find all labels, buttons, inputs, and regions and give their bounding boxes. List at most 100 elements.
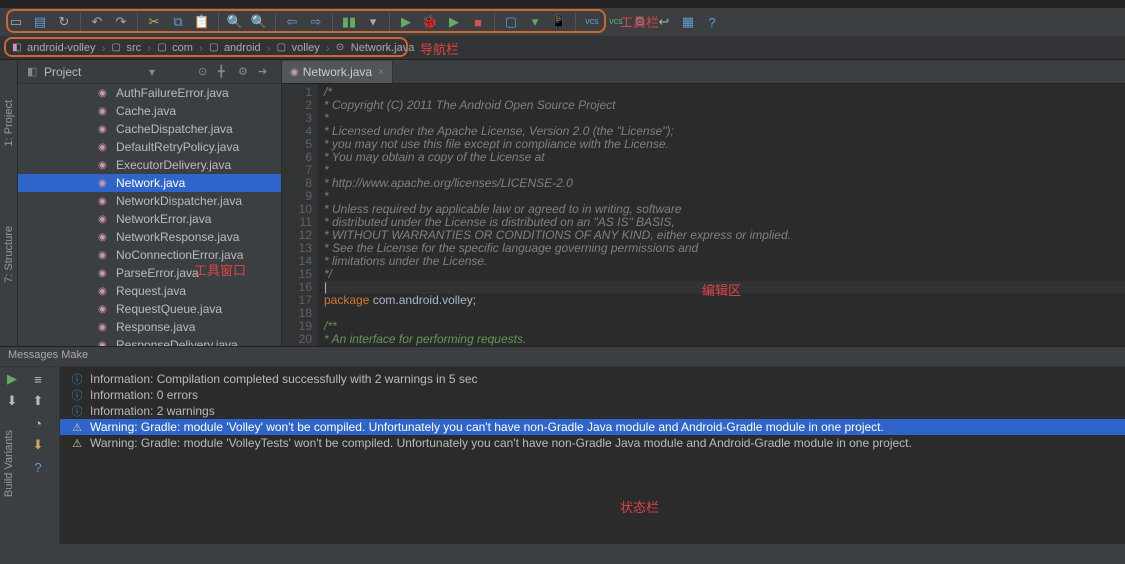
java-file-icon: ◉ [98, 160, 112, 171]
editor-body[interactable]: 12345678910111213141516171819202122 /* *… [282, 84, 1125, 346]
message-item[interactable]: ⚠ Warning: Gradle: module 'Volley' won't … [60, 419, 1125, 435]
java-file-icon: ◉ [98, 340, 112, 347]
bottom-left-tabs: Build Variants [0, 410, 18, 550]
toolbar-highlight [6, 9, 606, 33]
tree-file-item[interactable]: ◉ ResponseDelivery.java [18, 336, 281, 346]
file-label: Request.java [116, 284, 186, 298]
main-toolbar: ▭ ▤ ↻ ↶ ↷ ✂ ⧉ 📋 🔍 🔍 ⇦ ⇨ ▮▮ ▾ ▶ 🐞 ▶ ■ ▢ ▾… [0, 8, 1125, 36]
editor-area: ◉ Network.java × 12345678910111213141516… [282, 60, 1125, 346]
file-label: RequestQueue.java [116, 302, 222, 316]
file-label: Cache.java [116, 104, 176, 118]
toolwindow-annotation: 工具窗口 [194, 260, 246, 279]
java-file-icon: ◉ [98, 178, 112, 189]
java-file-icon: ◉ [98, 214, 112, 225]
tab-label: Network.java [303, 65, 372, 79]
file-tree: ◉AuthFailureError.java◉Cache.java◉CacheD… [18, 84, 281, 346]
file-label: CacheDispatcher.java [116, 122, 233, 136]
pin-icon[interactable]: ◔ [30, 415, 46, 431]
info-icon: ⓘ [70, 403, 84, 419]
message-text: Warning: Gradle: module 'VolleyTests' wo… [90, 436, 912, 450]
rerun-icon[interactable]: ▶ [4, 371, 20, 387]
message-item[interactable]: ⓘ Information: 0 errors [60, 387, 1125, 403]
java-file-icon: ◉ [98, 322, 112, 333]
tree-file-item[interactable]: ◉ RequestQueue.java [18, 300, 281, 318]
structure-icon[interactable]: ▦ [679, 14, 697, 30]
messages-header[interactable]: Messages Make [0, 347, 1125, 367]
message-text: Information: 2 warnings [90, 404, 215, 418]
java-file-icon: ◉ [98, 304, 112, 315]
java-file-icon: ◉ [98, 286, 112, 297]
java-file-icon: ◉ [98, 88, 112, 99]
message-text: Warning: Gradle: module 'Volley' won't b… [90, 420, 884, 434]
editor-tab-bar: ◉ Network.java × [282, 60, 1125, 84]
message-item[interactable]: ⚠ Warning: Gradle: module 'VolleyTests' w… [60, 435, 1125, 451]
collapse-all-icon[interactable]: ⬆ [30, 393, 46, 409]
java-file-icon: ◉ [98, 232, 112, 243]
hide-icon[interactable]: ➔ [258, 65, 272, 78]
close-tab-icon[interactable]: × [378, 67, 384, 78]
project-header: ◧ Project ▾ ⊙ ╋ ⚙ ➔ [18, 60, 281, 84]
info-icon: ⓘ [70, 371, 84, 387]
project-title: Project [44, 65, 149, 79]
filter-icon[interactable]: ≡ [30, 371, 46, 387]
code-content[interactable]: /* * Copyright (C) 2011 The Android Open… [318, 84, 1125, 346]
java-file-icon: ◉ [98, 196, 112, 207]
tree-file-item[interactable]: ◉Cache.java [18, 102, 281, 120]
editor-annotation: 编辑区 [702, 280, 741, 299]
dropdown-icon[interactable]: ▾ [149, 65, 155, 79]
file-label: DefaultRetryPolicy.java [116, 140, 239, 154]
file-label: NetworkResponse.java [116, 230, 239, 244]
tree-file-item[interactable]: ◉ NetworkResponse.java [18, 228, 281, 246]
file-label: ParseError.java [116, 266, 199, 280]
nav-annotation: 导航栏 [420, 39, 459, 58]
navbar-highlight [4, 37, 408, 57]
window-title-bar [0, 0, 1125, 8]
project-tool-window: ◧ Project ▾ ⊙ ╋ ⚙ ➔ ◉ AuthFailureError.ja… [18, 60, 282, 346]
info-icon: ⓘ [70, 387, 84, 403]
expand-all-icon[interactable]: ⬇ [4, 393, 20, 409]
gear-icon[interactable]: ⚙ [238, 65, 252, 78]
java-file-icon: ◉ [98, 124, 112, 135]
file-label: Network.java [116, 176, 185, 190]
tree-file-item[interactable]: ◉ NetworkDispatcher.java [18, 192, 281, 210]
file-icon: ◉ [290, 67, 299, 78]
view-mode-icon[interactable]: ◧ [27, 65, 41, 78]
tree-file-item[interactable]: ◉ DefaultRetryPolicy.java [18, 138, 281, 156]
left-tool-tabs: 1: Project 7: Structure [0, 60, 18, 346]
import-icon[interactable]: ⬇ [30, 437, 46, 453]
structure-tab[interactable]: 7: Structure [3, 226, 15, 283]
expand-icon[interactable]: ╋ [218, 65, 232, 78]
project-tab[interactable]: 1: Project [3, 100, 15, 146]
warning-icon: ⚠ [70, 437, 84, 450]
file-label: ExecutorDelivery.java [116, 158, 231, 172]
java-file-icon: ◉ [98, 250, 112, 261]
tree-file-item[interactable]: ◉ Response.java [18, 318, 281, 336]
java-file-icon: ◉ [98, 268, 112, 279]
editor-tab[interactable]: ◉ Network.java × [282, 61, 393, 83]
file-label: NetworkDispatcher.java [116, 194, 242, 208]
help-icon[interactable]: ? [30, 459, 46, 475]
file-label: ResponseDelivery.java [116, 338, 238, 346]
help-icon[interactable]: ? [703, 14, 721, 30]
build-variants-tab[interactable]: Build Variants [3, 430, 15, 497]
status-annotation: 状态栏 [620, 497, 659, 516]
toolbar-annotation: 工具栏 [620, 12, 659, 31]
message-text: Information: 0 errors [90, 388, 198, 402]
tree-file-item[interactable]: ◉ CacheDispatcher.java [18, 120, 281, 138]
file-label: AuthFailureError.java [116, 86, 229, 100]
tree-file-item[interactable]: ◉ AuthFailureError.java [18, 84, 281, 102]
java-file-icon: ◉ [98, 142, 112, 153]
line-gutter: 12345678910111213141516171819202122 [282, 84, 318, 346]
warning-icon: ⚠ [70, 421, 84, 434]
message-item[interactable]: ⓘ Information: 2 warnings [60, 403, 1125, 419]
message-text: Information: Compilation completed succe… [90, 372, 478, 386]
tree-file-item[interactable]: ◉ NetworkError.java [18, 210, 281, 228]
file-label: Response.java [116, 320, 195, 334]
message-item[interactable]: ⓘ Information: Compilation completed succ… [60, 371, 1125, 387]
tree-file-item[interactable]: ◉ Request.java [18, 282, 281, 300]
messages-panel: Messages Make ▶ ≡ ⬇ ⬆ ✕ ◔ ⬆ ⬇ ↻ ? ⓘInfor… [0, 346, 1125, 544]
file-label: NetworkError.java [116, 212, 211, 226]
collapse-icon[interactable]: ⊙ [198, 65, 212, 78]
tree-file-item[interactable]: ◉ ExecutorDelivery.java [18, 156, 281, 174]
tree-file-item[interactable]: ◉ Network.java [18, 174, 281, 192]
